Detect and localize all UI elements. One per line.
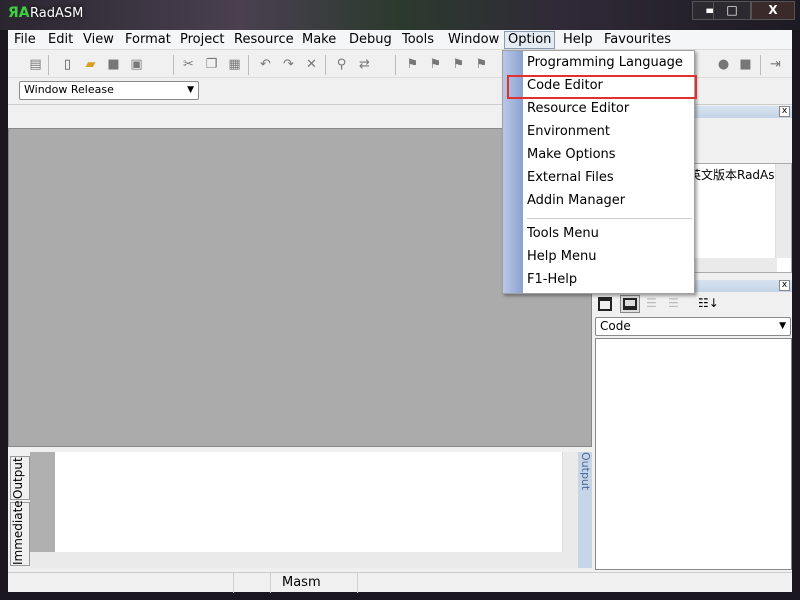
tree-vscrollbar[interactable] xyxy=(775,164,791,258)
open-folder-icon[interactable]: ▰ xyxy=(83,57,98,72)
new-file-icon[interactable]: ▯ xyxy=(60,57,75,72)
properties-list[interactable] xyxy=(595,338,792,570)
paste-icon[interactable]: ▦ xyxy=(227,57,242,72)
menu-resource[interactable]: Resource xyxy=(231,31,297,49)
app-logo-icon: ЯA xyxy=(8,5,30,21)
delete-icon[interactable]: ✕ xyxy=(304,57,319,72)
exit-icon[interactable]: ⇥ xyxy=(768,57,783,72)
menu-make[interactable]: Make xyxy=(299,31,339,49)
menu-item-f1-help[interactable]: F1-Help xyxy=(527,270,577,290)
chevron-down-icon: ▼ xyxy=(187,85,194,95)
list-indent-icon[interactable]: ☰ xyxy=(646,296,657,310)
menu-edit[interactable]: Edit xyxy=(45,31,76,49)
menu-debug[interactable]: Debug xyxy=(346,31,395,49)
menu-file[interactable]: File xyxy=(11,31,39,49)
menu-item-programming-language[interactable]: Programming Language xyxy=(527,53,683,73)
title-bar: ЯA RadASM ▬ □ X xyxy=(0,0,800,30)
menu-item-addin-manager[interactable]: Addin Manager xyxy=(527,191,625,211)
menu-format[interactable]: Format xyxy=(122,31,174,49)
properties-type-value: Code xyxy=(600,319,631,333)
bookmark-prev-icon[interactable]: ⚑ xyxy=(451,57,466,72)
status-language: Masm xyxy=(282,575,321,590)
close-button[interactable]: X xyxy=(751,1,795,20)
properties-type-select[interactable]: Code ▼ xyxy=(595,317,791,336)
output-gutter xyxy=(30,452,55,552)
save-all-icon[interactable]: ▣ xyxy=(129,57,144,72)
bookmark-next-icon[interactable]: ⚑ xyxy=(428,57,443,72)
menu-view[interactable]: View xyxy=(80,31,117,49)
maximize-button[interactable]: □ xyxy=(713,1,751,20)
menu-option[interactable]: Option xyxy=(504,31,556,49)
menu-favourites[interactable]: Favourites xyxy=(601,31,674,49)
menu-item-tools-menu[interactable]: Tools Menu xyxy=(527,224,599,244)
option-dropdown-menu: Programming Language Code Editor Resourc… xyxy=(502,50,697,294)
print-icon[interactable]: ▤ xyxy=(28,57,43,72)
close-icon[interactable]: x xyxy=(779,280,790,291)
output-panel-caption: Output xyxy=(578,452,592,568)
output-hscrollbar[interactable] xyxy=(30,552,578,568)
build-icon[interactable]: ● xyxy=(716,57,731,72)
menu-item-resource-editor[interactable]: Resource Editor xyxy=(527,99,629,119)
build-config-select[interactable]: Window Release ▼ xyxy=(19,81,199,100)
bookmark-toggle-icon[interactable]: ⚑ xyxy=(405,57,420,72)
window-title: RadASM xyxy=(30,6,84,21)
find-icon[interactable]: ⚲ xyxy=(334,57,349,72)
close-icon[interactable]: x xyxy=(779,106,790,117)
menu-window[interactable]: Window xyxy=(445,31,502,49)
output-tabs: Output Immediate xyxy=(8,452,30,568)
menu-item-make-options[interactable]: Make Options xyxy=(527,145,616,165)
run-icon[interactable]: ■ xyxy=(738,57,753,72)
tab-immediate[interactable]: Immediate xyxy=(10,500,30,566)
save-icon[interactable]: ■ xyxy=(106,57,121,72)
replace-icon[interactable]: ⇄ xyxy=(357,57,372,72)
menu-bar: File Edit View Format Project Resource M… xyxy=(8,30,792,50)
tree-item[interactable]: 英文版本RadAs xyxy=(689,166,775,183)
undo-icon[interactable]: ↶ xyxy=(258,57,273,72)
menu-tools[interactable]: Tools xyxy=(399,31,437,49)
sort-icon[interactable]: ☷↓ xyxy=(698,296,719,310)
output-vscrollbar[interactable] xyxy=(562,452,578,552)
redo-icon[interactable]: ↷ xyxy=(281,57,296,72)
menu-help[interactable]: Help xyxy=(560,31,596,49)
highlight-box xyxy=(507,75,697,99)
build-config-value: Window Release xyxy=(24,83,114,96)
tab-output[interactable]: Output xyxy=(10,456,30,500)
output-text-area[interactable] xyxy=(55,452,562,552)
window-icon[interactable] xyxy=(598,297,612,311)
menu-separator xyxy=(527,218,692,219)
copy-icon[interactable]: ❐ xyxy=(204,57,219,72)
bookmark-clear-icon[interactable]: ⚑ xyxy=(474,57,489,72)
chevron-down-icon: ▼ xyxy=(779,321,786,331)
menu-project[interactable]: Project xyxy=(177,31,227,49)
menu-item-environment[interactable]: Environment xyxy=(527,122,610,142)
status-bar: Masm xyxy=(8,572,792,593)
menu-item-help-menu[interactable]: Help Menu xyxy=(527,247,596,267)
menu-item-external-files[interactable]: External Files xyxy=(527,168,614,188)
window-active-icon[interactable] xyxy=(620,295,640,313)
list-outdent-icon[interactable]: ☰ xyxy=(668,296,679,310)
cut-icon[interactable]: ✂ xyxy=(181,57,196,72)
